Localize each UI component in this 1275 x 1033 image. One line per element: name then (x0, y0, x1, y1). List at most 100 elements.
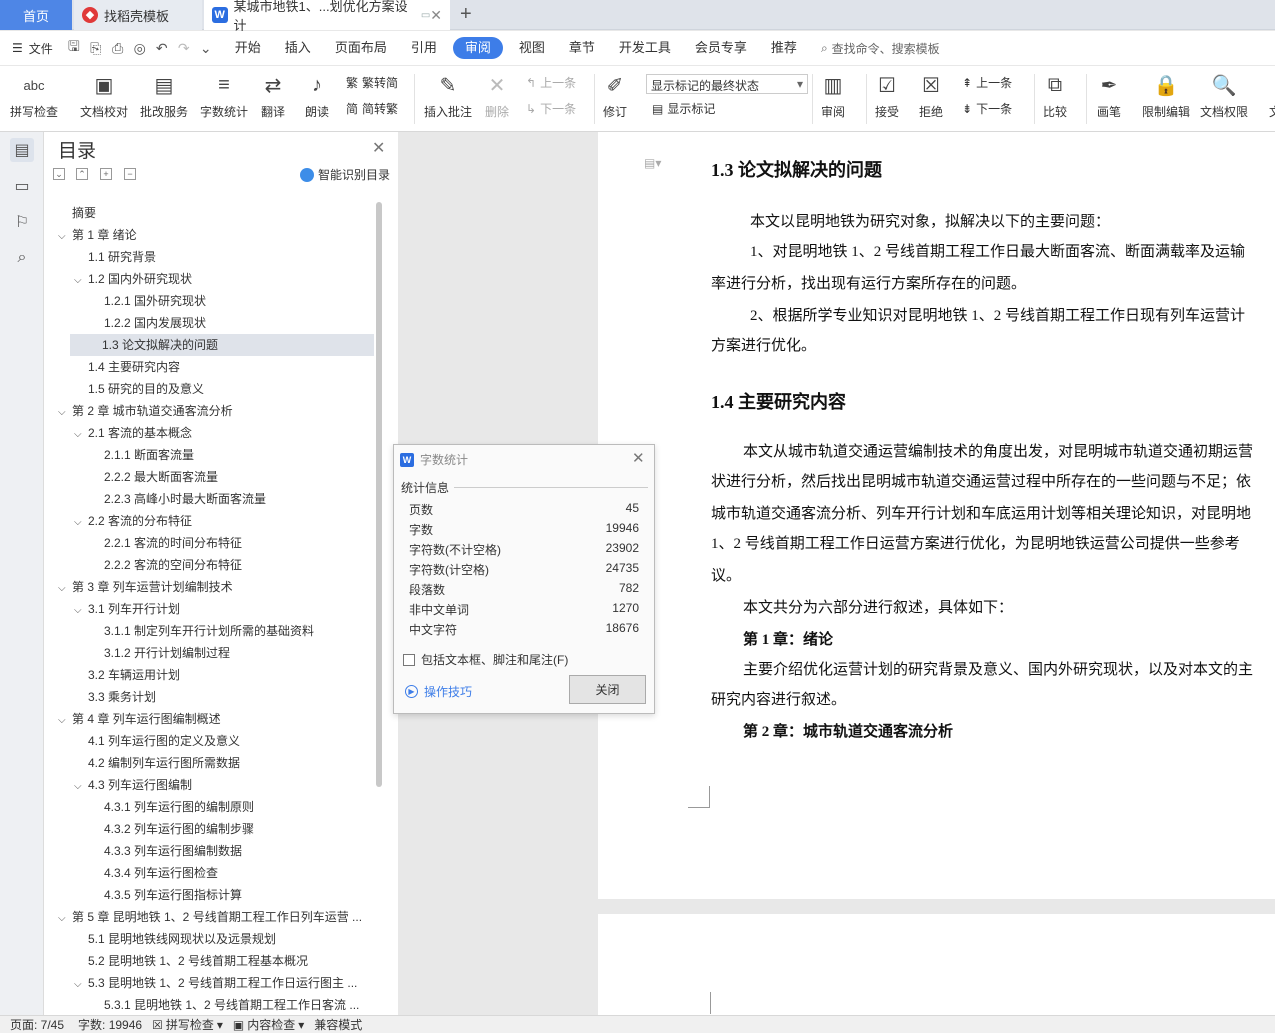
toc-item[interactable]: ⌵ 第 5 章 昆明地铁 1、2 号线首期工程工作日列车运营 ... (44, 906, 374, 928)
compare-button[interactable]: ⧉ 比较 (1040, 70, 1070, 120)
chevron-down-icon[interactable]: ⌵ (74, 424, 88, 444)
toc-item[interactable]: 1.3 论文拟解决的问题 (70, 334, 374, 356)
print-icon[interactable]: ⎙ (107, 37, 129, 59)
menu-item[interactable]: 视图 (507, 37, 557, 59)
toc-item[interactable]: 4.3.4 列车运行图检查 (44, 862, 374, 884)
close-icon[interactable]: ✕ (632, 449, 645, 467)
chevron-down-icon[interactable]: ⌵ (58, 226, 72, 246)
toc-item[interactable]: ⌵ 第 1 章 绪论 (44, 224, 374, 246)
toc-item[interactable]: 1.1 研究背景 (44, 246, 374, 268)
document-page[interactable]: ▤▾ 1.3 论文拟解决的问题 本文以昆明地铁为研究对象，拟解决以下的主要问题： 1… (598, 132, 1275, 899)
chevron-down-icon[interactable]: ⌵ (74, 270, 88, 290)
revise-button[interactable]: ✐ 修订 (600, 70, 630, 120)
redo-icon[interactable]: ↷ (173, 37, 195, 59)
read-aloud-button[interactable]: ♪ 朗读 (302, 70, 332, 120)
spellcheck-status[interactable]: ☒ 拼写检查 ▾ (152, 1016, 223, 1033)
save-icon[interactable]: 🖫 (63, 37, 85, 59)
more-icon[interactable]: ⌄ (195, 37, 217, 59)
toc-item[interactable]: 3.2 车辆运用计划 (44, 664, 374, 686)
preview-icon[interactable]: ◎ (129, 37, 151, 59)
include-textbox-checkbox[interactable]: 包括文本框、脚注和尾注(F) (403, 651, 568, 668)
spellcheck-button[interactable]: abc 拼写检查 (10, 70, 58, 120)
batch-button[interactable]: ▤ 批改服务 (140, 70, 188, 120)
menu-item[interactable]: 页面布局 (323, 37, 399, 59)
expand-up-icon[interactable]: ⌃ (76, 168, 88, 180)
toc-item[interactable]: 4.3.5 列车运行图指标计算 (44, 884, 374, 906)
toc-item[interactable]: 3.3 乘务计划 (44, 686, 374, 708)
proofread-button[interactable]: ▣ 文档校对 (80, 70, 128, 120)
toc-item[interactable]: 5.3.1 昆明地铁 1、2 号线首期工程工作日客流 ... (44, 994, 374, 1016)
pen-button[interactable]: ✒ 画笔 (1094, 70, 1124, 120)
add-heading-icon[interactable]: + (100, 168, 112, 180)
menu-item[interactable]: 审阅 (452, 37, 503, 59)
toc-item[interactable]: 1.2.2 国内发展现状 (44, 312, 374, 334)
toc-item[interactable]: 1.5 研究的目的及意义 (44, 378, 374, 400)
restrict-edit-button[interactable]: 🔒 限制编辑 (1142, 70, 1190, 120)
menu-item[interactable]: 插入 (273, 37, 323, 59)
delete-comment-button[interactable]: ✕ 删除 (482, 70, 512, 120)
toc-item[interactable]: 2.1.1 断面客流量 (44, 444, 374, 466)
toc-item[interactable]: 4.3.1 列车运行图的编制原则 (44, 796, 374, 818)
chevron-down-icon[interactable]: ⌵ (74, 776, 88, 796)
content-check-status[interactable]: ▣ 内容检查 ▾ (233, 1016, 304, 1033)
toc-item[interactable]: 5.1 昆明地铁线网现状以及远景规划 (44, 928, 374, 950)
toc-icon[interactable]: ▤ (10, 138, 34, 162)
accept-button[interactable]: ☑ 接受 (872, 70, 902, 120)
tips-link[interactable]: ▶ 操作技巧 (405, 683, 472, 700)
toc-item[interactable]: ⌵ 第 3 章 列车运营计划编制技术 (44, 576, 374, 598)
undo-icon[interactable]: ↶ (151, 37, 173, 59)
command-search[interactable]: ⌕ 查找命令、搜索模板 (821, 40, 940, 57)
bookmark-icon[interactable]: ⚐ (10, 210, 34, 234)
tab-template[interactable]: ◆ 找稻壳模板 (74, 0, 202, 30)
paragraph-icon[interactable]: ▤▾ (644, 156, 661, 170)
toc-item[interactable]: 摘要 (44, 202, 374, 224)
menu-item[interactable]: 章节 (557, 37, 607, 59)
new-tab-icon[interactable]: + (460, 3, 472, 26)
chevron-down-icon[interactable]: ⌵ (58, 402, 72, 422)
chevron-down-icon[interactable]: ⌵ (74, 512, 88, 532)
toc-item[interactable]: ⌵ 第 4 章 列车运行图编制概述 (44, 708, 374, 730)
toc-item[interactable]: 2.2.2 客流的空间分布特征 (44, 554, 374, 576)
toc-item[interactable]: 2.2.3 高峰小时最大断面客流量 (44, 488, 374, 510)
toc-item[interactable]: 1.4 主要研究内容 (44, 356, 374, 378)
toc-item[interactable]: 4.1 列车运行图的定义及意义 (44, 730, 374, 752)
menu-item[interactable]: 开发工具 (607, 37, 683, 59)
collapse-all-icon[interactable]: ⌄ (53, 168, 65, 180)
toc-item[interactable]: 2.2.2 最大断面客流量 (44, 466, 374, 488)
doc-permission-button[interactable]: 🔍 文档权限 (1200, 70, 1248, 120)
to-simplified-button[interactable]: 简简转繁 (346, 100, 398, 117)
remove-heading-icon[interactable]: − (124, 168, 136, 180)
menu-item[interactable]: 开始 (223, 37, 273, 59)
smart-toc-button[interactable]: 智能识别目录 (300, 166, 390, 183)
menu-item[interactable]: 会员专享 (683, 37, 759, 59)
chevron-down-icon[interactable]: ⌵ (74, 600, 88, 620)
toc-item[interactable]: ⌵ 3.1 列车开行计划 (44, 598, 374, 620)
nav-icon[interactable]: ▭ (10, 174, 34, 198)
translate-button[interactable]: ⇄ 翻译 (258, 70, 288, 120)
toc-scrollbar[interactable] (376, 202, 382, 787)
toc-item[interactable]: 5.2 昆明地铁 1、2 号线首期工程基本概况 (44, 950, 374, 972)
prev-comment-button[interactable]: ↰ 上一条 (526, 74, 576, 91)
reject-button[interactable]: ☒ 拒绝 (916, 70, 946, 120)
toc-item[interactable]: 3.1.1 制定列车开行计划所需的基础资料 (44, 620, 374, 642)
toc-item[interactable]: ⌵ 第 2 章 城市轨道交通客流分析 (44, 400, 374, 422)
page-indicator[interactable]: 页面: 7/45 (10, 1016, 64, 1033)
insert-comment-button[interactable]: ✎ 插入批注 (424, 70, 472, 120)
close-tab-icon[interactable]: ✕ (430, 7, 442, 24)
toc-item[interactable]: 2.2.1 客流的时间分布特征 (44, 532, 374, 554)
word-count-indicator[interactable]: 字数: 19946 (78, 1016, 142, 1033)
chevron-down-icon[interactable]: ⌵ (74, 974, 88, 994)
document-page-next[interactable] (598, 914, 1275, 1015)
tab-document[interactable]: W 某城市地铁1、...划优化方案设计 ▭ ✕ (204, 0, 450, 33)
tab-home[interactable]: 首页 (0, 0, 72, 30)
export-icon[interactable]: ⎘ (85, 37, 107, 59)
toc-item[interactable]: ⌵ 4.3 列车运行图编制 (44, 774, 374, 796)
menu-item[interactable]: 推荐 (759, 37, 809, 59)
menu-item[interactable]: 引用 (399, 37, 449, 59)
markup-state-select[interactable]: 显示标记的最终状态 ▾ (646, 74, 808, 94)
review-pane-button[interactable]: ▥ 审阅 (818, 70, 848, 120)
toc-item[interactable]: 4.3.3 列车运行图编制数据 (44, 840, 374, 862)
chevron-down-icon[interactable]: ⌵ (58, 578, 72, 598)
close-icon[interactable]: ✕ (372, 138, 385, 158)
toc-item[interactable]: 3.1.2 开行计划编制过程 (44, 642, 374, 664)
